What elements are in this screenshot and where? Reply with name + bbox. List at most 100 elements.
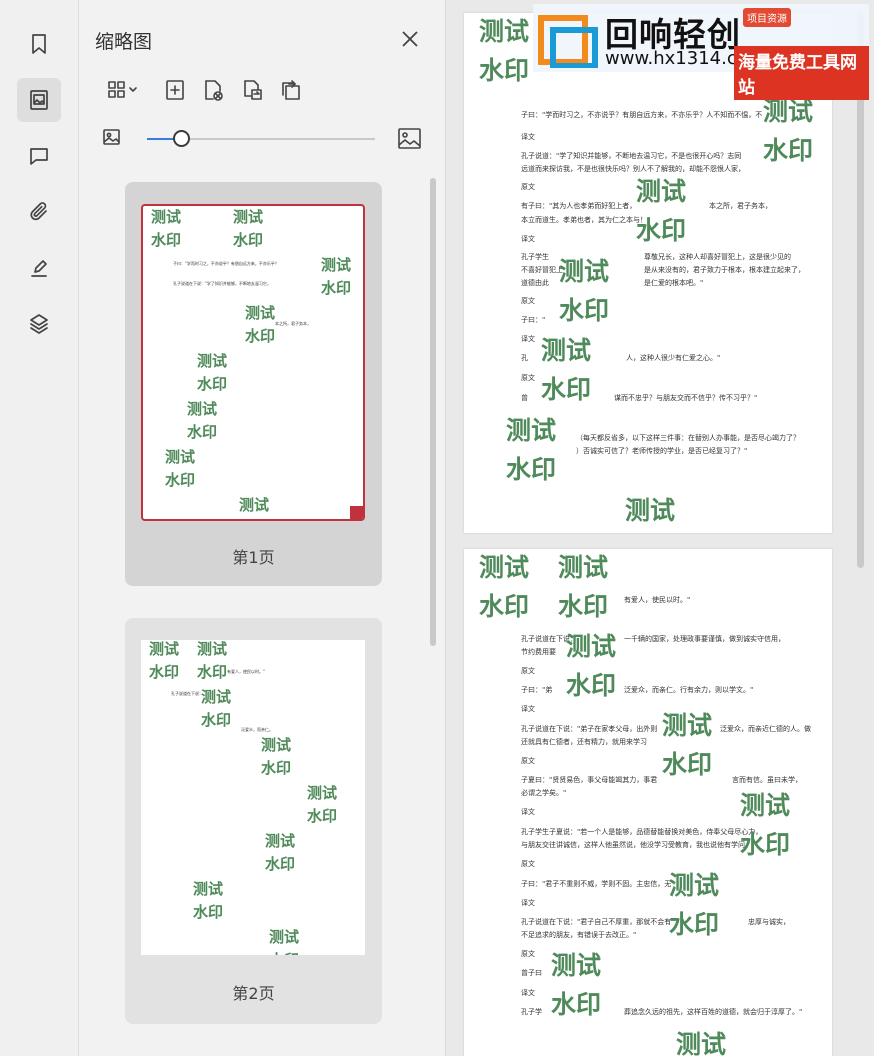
body-text: 不喜好冒犯上 (521, 266, 563, 274)
site-banner[interactable]: 回响轻创 www.hx1314.cc 项目资源 海量免费工具网站 (533, 4, 869, 100)
thumbnail-card-page-2[interactable]: 有爱人，使民以时。" 孔子说道在下说： 泛爱众，而亲仁。 测试 水印 测试 水印 测… (125, 618, 382, 1024)
grid-view-icon[interactable] (103, 76, 143, 104)
body-text: 孔子说道在下说："君子自己不厚重，那就不会有 (521, 918, 672, 926)
thumb-watermark: 测试水印 (193, 880, 224, 921)
body-text: 原文 (521, 374, 535, 382)
body-text: 言而有信。虽曰未学， (732, 776, 802, 784)
body-text: 子曰："学而时习之，不亦说乎？有朋自远方来，不亦乐乎？人不知而不愠，不 (521, 111, 763, 119)
watermark-text: 水印 (551, 990, 602, 1019)
thumbnail-label-page-1: 第1页 (232, 548, 275, 567)
watermark-text: 测试 (625, 496, 676, 525)
attachment-icon[interactable] (17, 190, 61, 234)
watermark-text: 水印 (558, 592, 609, 621)
replace-page-icon[interactable] (239, 76, 267, 104)
panel-scrollbar[interactable] (430, 178, 436, 646)
thumb-watermark: 测试水印 (269, 928, 300, 956)
watermark-text: 测试 (636, 177, 687, 206)
body-text: 子曰："君子不重则不威，学则不固。主忠信，无 (521, 880, 672, 888)
bookmark-icon[interactable] (17, 22, 61, 66)
body-text: 一千辆的国家，处理政事要谨慎，做到诚实守信用， (624, 635, 785, 643)
body-text: 孔子学 (521, 1008, 542, 1016)
body-text: 泛爱众，而亲近仁德的人。做 (720, 725, 811, 733)
body-text: 原文 (521, 757, 535, 765)
thumbnail-icon[interactable] (17, 78, 61, 122)
brand-url[interactable]: www.hx1314.cc (605, 48, 747, 69)
zoom-in-image-icon[interactable] (397, 126, 423, 156)
delete-page-icon[interactable] (199, 76, 227, 104)
insert-page-icon[interactable] (161, 76, 189, 104)
thumb-text-line: 孔子说道在下说： (171, 691, 203, 696)
body-text: 是仁爱的根本吧。" (644, 279, 704, 287)
watermark-text: 测试 (662, 711, 713, 740)
watermark-text: 水印 (669, 910, 720, 939)
sidebar-rail (0, 0, 79, 1056)
selected-corner-marker (350, 506, 363, 519)
thumbnail-label-page-2: 第2页 (232, 984, 275, 1003)
body-text: 译文 (521, 235, 535, 243)
body-text: 子夏曰："贤贤易色，事父母能竭其力，事君 (521, 776, 658, 784)
body-text: 必谓之学矣。" (521, 789, 567, 797)
watermark-text: 测试 (669, 871, 720, 900)
body-text: 远道而来探访我，不是也很快乐吗？别人不了解我的，却能不怨恨人家， (521, 165, 745, 173)
zoom-slider-handle[interactable] (173, 130, 191, 147)
body-text: 译文 (521, 989, 535, 997)
watermark-text: 测试 (740, 791, 791, 820)
body-text: 本之所，君子务本， (709, 202, 772, 210)
watermark-text: 测试 (763, 97, 814, 126)
thumbnail-page-2[interactable]: 有爱人，使民以时。" 孔子说道在下说： 泛爱众，而亲仁。 测试 水印 测试 水印 测… (141, 640, 365, 955)
body-text: 孔子说道："学了知识并能够，不断地去温习它，不是也很开心吗？志同 (521, 152, 742, 160)
body-text: 曾 (521, 394, 528, 402)
body-text: 忠厚与诚实， (748, 918, 790, 926)
thumbnail-panel: 缩略图 子曰："学而时习之，不亦说乎？有朋自远方来，不亦乐乎？ 孔子说道在下说：… (79, 0, 446, 1056)
body-text: 译文 (521, 899, 535, 907)
body-text: 节约费用要 (521, 648, 556, 656)
watermark-text: 测试 (559, 257, 610, 286)
body-text: 原文 (521, 297, 535, 305)
body-text: 原文 (521, 950, 535, 958)
body-text: 道德由此 (521, 279, 549, 287)
thumb-watermark: 测试水印 (149, 640, 180, 681)
watermark-text: 水印 (763, 136, 814, 165)
watermark-text: 水印 (566, 671, 617, 700)
thumbnail-card-page-1[interactable]: 子曰："学而时习之，不亦说乎？有朋自远方来，不亦乐乎？ 孔子说道在下说："学了知… (125, 182, 382, 586)
thumb-watermark: 测试水印 (245, 304, 276, 345)
thumb-watermark: 测试水印 (265, 832, 296, 873)
thumb-watermark: 测试水印 (201, 688, 232, 729)
thumb-text-line: 有爱人，使民以时。" (227, 669, 265, 674)
body-text: 子曰：" (521, 316, 546, 324)
body-text: 孔 (521, 354, 528, 362)
body-text: 原文 (521, 183, 535, 191)
watermark-text: 测试 (551, 951, 602, 980)
thumbnail-page-1[interactable]: 子曰："学而时习之，不亦说乎？有朋自远方来，不亦乐乎？ 孔子说道在下说："学了知… (141, 204, 365, 521)
body-text: 本立而道生。孝弟也者，其为仁之本与！" (521, 216, 651, 224)
thumb-watermark: 测试水印 (239, 496, 270, 514)
document-view[interactable]: 子曰："学而时习之，不亦说乎？有朋自远方来，不亦乐乎？人不知而不愠，不 译文 孔… (447, 0, 874, 1056)
thumb-watermark: 测试水印 (197, 640, 228, 681)
close-icon[interactable] (397, 26, 423, 52)
body-text: 译文 (521, 808, 535, 816)
comment-icon[interactable] (17, 134, 61, 178)
signature-icon[interactable] (17, 246, 61, 290)
body-text: ）否诚实可信了？老师传授的学业，是否已经复习了？" (576, 447, 748, 455)
zoom-out-image-icon[interactable] (101, 126, 123, 152)
extract-page-icon[interactable] (277, 76, 305, 104)
thumb-text-line: 孔子说道在下说："学了知识并能够，不断地去温习它， (173, 281, 271, 286)
body-text: 有子曰："其为人也孝弟而好犯上者， (521, 202, 637, 210)
watermark-text: 测试 (479, 17, 530, 46)
body-text: 译文 (521, 335, 535, 343)
layers-icon[interactable] (17, 302, 61, 346)
body-text: （每天都反省多，以下这样三件事：在替别人办事能，是否尽心竭力了？ (576, 434, 800, 442)
body-text: 孔子说道在下说："弟子在家孝父母，出外则 (521, 725, 658, 733)
body-text: 孔子学生子夏说："若一个人是能够，品德替能替换对美色，侍奉父母尽心力， (521, 828, 763, 836)
watermark-text: 水印 (479, 56, 530, 85)
thumb-watermark: 测试水印 (261, 736, 292, 777)
body-text: 泛爱众，而亲仁。行有余力，则以学文。" (624, 686, 754, 694)
watermark-text: 测试 (506, 416, 557, 445)
watermark-text: 水印 (559, 296, 610, 325)
thumb-text-line: 本之所，君子务本， (275, 321, 311, 326)
thumb-watermark: 测试水印 (151, 208, 182, 249)
body-text: 葬追念久远的祖先，这样百姓的道德，就会归于淳厚了。" (624, 1008, 803, 1016)
body-text: 原文 (521, 667, 535, 675)
document-page-2: 有爱人，使民以时。" 孔子说道在下说： 一千辆的国家，处理政事要谨慎，做到诚实守… (464, 549, 832, 1056)
watermark-text: 测试 (541, 336, 592, 365)
